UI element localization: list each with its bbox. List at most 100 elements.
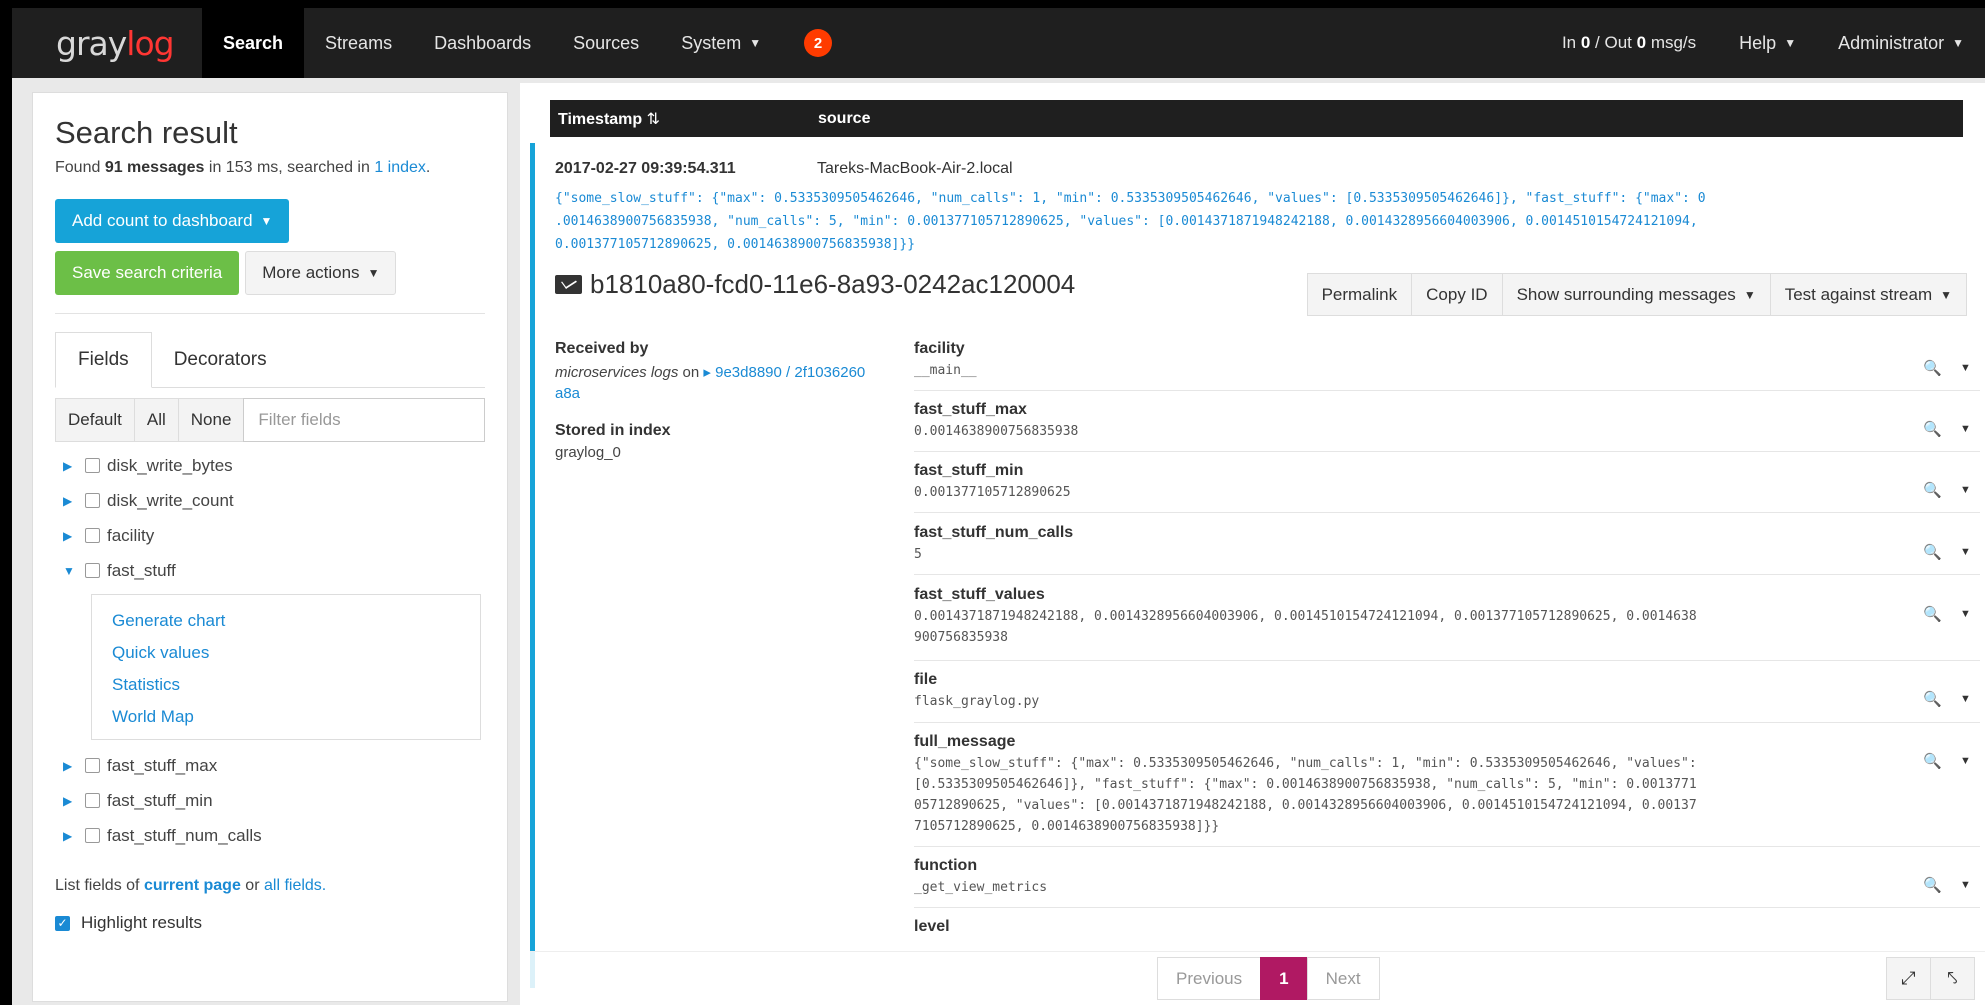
expand-arrow-icon[interactable]: ▶ — [63, 829, 85, 843]
world-map-link[interactable]: World Map — [92, 701, 480, 733]
filter-default-button[interactable]: Default — [55, 398, 135, 442]
caret-down-icon[interactable]: ▼ — [1960, 693, 1971, 705]
field-checkbox[interactable] — [85, 528, 100, 543]
filter-all-button[interactable]: All — [133, 398, 179, 442]
field-actions[interactable]: 🔍 ▼ — [1914, 472, 1980, 508]
field-row: level 6 — [914, 918, 1980, 940]
message-actions: Permalink Copy ID Show surrounding messa… — [1306, 273, 1967, 316]
received-node-line-1: 9e3d8890 / 2f1036260 — [715, 364, 866, 381]
more-actions-button[interactable]: More actions ▼ — [245, 251, 397, 295]
expand-arrow-icon[interactable]: ▶ — [63, 529, 85, 543]
caret-down-icon[interactable]: ▼ — [1960, 484, 1971, 496]
zoom-icon[interactable]: 🔍 — [1923, 420, 1942, 438]
nav-help[interactable]: Help ▼ — [1718, 8, 1817, 78]
show-surrounding-messages-button[interactable]: Show surrounding messages ▼ — [1501, 273, 1771, 316]
caret-down-icon[interactable]: ▼ — [1960, 546, 1971, 558]
field-actions[interactable]: 🔍 ▼ — [1914, 411, 1980, 447]
current-page-link[interactable]: current page — [144, 877, 241, 894]
zoom-icon[interactable]: 🔍 — [1923, 543, 1942, 561]
field-row: fast_stuff_min 0.001377105712890625 🔍 ▼ — [914, 462, 1980, 513]
field-name: fast_stuff_max — [107, 755, 218, 775]
field-name: fast_stuff_min — [914, 462, 1024, 479]
tab-fields[interactable]: Fields — [55, 332, 152, 388]
field-checkbox[interactable] — [85, 758, 100, 773]
caret-down-icon[interactable]: ▼ — [1960, 362, 1971, 374]
statistics-link[interactable]: Statistics — [92, 669, 480, 701]
field-value-line: 7105712890625, 0.0014638900756835938]}} — [914, 819, 1220, 834]
notification-badge[interactable]: 2 — [804, 29, 833, 57]
zoom-icon[interactable]: 🔍 — [1923, 752, 1942, 770]
expand-arrow-icon[interactable]: ▶ — [63, 459, 85, 473]
test-against-stream-button[interactable]: Test against stream ▼ — [1769, 273, 1967, 316]
nav-user-menu[interactable]: Administrator ▼ — [1817, 8, 1985, 78]
page-1-button[interactable]: 1 — [1260, 957, 1308, 1000]
highlight-results-checkbox[interactable]: ✓ — [55, 915, 70, 931]
previous-page-button[interactable]: Previous — [1157, 957, 1262, 1000]
nav-streams[interactable]: Streams — [304, 8, 413, 78]
zoom-icon[interactable]: 🔍 — [1923, 876, 1942, 894]
field-value: 0.001377105712890625 — [914, 485, 1071, 500]
received-by-label: Received by — [555, 340, 649, 357]
field-actions[interactable]: 🔍 ▼ — [1914, 534, 1980, 570]
field-checkbox[interactable] — [85, 828, 100, 843]
next-page-button[interactable]: Next — [1306, 957, 1380, 1000]
col-source[interactable]: source — [818, 110, 870, 128]
field-checkbox[interactable] — [85, 458, 100, 473]
quick-values-link[interactable]: Quick values — [92, 637, 480, 669]
field-actions[interactable]: 🔍 ▼ — [1914, 743, 1980, 779]
save-search-criteria-button[interactable]: Save search criteria — [55, 251, 240, 295]
field-name: disk_write_bytes — [107, 455, 233, 475]
expand-arrow-icon[interactable]: ▶ — [63, 759, 85, 773]
field-checkbox[interactable] — [85, 493, 100, 508]
field-row: fast_stuff_max 0.0014638900756835938 🔍 ▼ — [914, 401, 1980, 452]
collapse-all-icon[interactable]: ⤣ — [1930, 957, 1975, 1000]
copy-id-button[interactable]: Copy ID — [1411, 273, 1503, 316]
collapse-arrow-icon[interactable]: ▼ — [63, 564, 85, 578]
field-name: fast_stuff — [107, 560, 176, 580]
filter-fields-input[interactable]: Filter fields — [243, 398, 485, 442]
results-panel: Timestamp ⇅ source 2017-02-27 09:39:54.3… — [520, 83, 1985, 1005]
caret-down-icon[interactable]: ▼ — [1960, 755, 1971, 767]
zoom-icon[interactable]: 🔍 — [1923, 690, 1942, 708]
graylog-logo[interactable]: graylog — [12, 24, 202, 63]
all-fields-link[interactable]: all fields. — [264, 877, 326, 894]
field-name: level — [914, 918, 950, 935]
field-item: ▶ disk_write_count — [55, 483, 485, 518]
expand-all-icon[interactable]: ⤢ — [1886, 957, 1931, 1000]
zoom-icon[interactable]: 🔍 — [1923, 605, 1942, 623]
caret-down-icon[interactable]: ▼ — [1960, 608, 1971, 620]
tab-decorators[interactable]: Decorators — [152, 332, 289, 387]
field-actions[interactable]: 🔍 ▼ — [1914, 681, 1980, 717]
col-timestamp[interactable]: Timestamp ⇅ — [558, 109, 818, 129]
filter-none-button[interactable]: None — [177, 398, 245, 442]
message-fields: facility __main__ 🔍 ▼ fast_stuff_max 0.00… — [914, 340, 1980, 940]
nav-system[interactable]: System ▼ — [660, 8, 782, 78]
field-actions[interactable]: 🔍 ▼ — [1914, 596, 1980, 632]
field-actions[interactable]: 🔍 ▼ — [1914, 867, 1980, 903]
zoom-icon[interactable]: 🔍 — [1923, 359, 1942, 377]
field-checkbox[interactable] — [85, 793, 100, 808]
list-fields-mid: or — [240, 877, 264, 894]
field-row: function _get_view_metrics 🔍 ▼ — [914, 857, 1980, 908]
index-link[interactable]: 1 index — [374, 159, 426, 176]
sort-icon[interactable]: ⇅ — [647, 111, 660, 128]
permalink-button[interactable]: Permalink — [1306, 273, 1413, 316]
expand-arrow-icon[interactable]: ▶ — [63, 794, 85, 808]
nav-sources[interactable]: Sources — [552, 8, 660, 78]
field-row: facility __main__ 🔍 ▼ — [914, 340, 1980, 391]
field-value: 0.0014371871948242188, 0.001432895660400… — [914, 606, 1980, 648]
nav-dashboards[interactable]: Dashboards — [413, 8, 552, 78]
field-checkbox[interactable] — [85, 563, 100, 578]
field-value-line: [0.5335309505462646]}, "fast_stuff": {"m… — [914, 777, 1697, 792]
message-timestamp: 2017-02-27 09:39:54.311 — [555, 160, 736, 177]
expand-arrow-icon[interactable]: ▶ — [63, 494, 85, 508]
generate-chart-link[interactable]: Generate chart — [92, 605, 480, 637]
nav-search[interactable]: Search — [202, 8, 305, 78]
nav-right: In 0 / Out 0 msg/s Help ▼ Administrator ▼ — [1540, 8, 1985, 78]
field-actions[interactable]: 🔍 ▼ — [1914, 350, 1980, 386]
caret-down-icon[interactable]: ▼ — [1960, 879, 1971, 891]
zoom-icon[interactable]: 🔍 — [1923, 481, 1942, 499]
add-count-to-dashboard-button[interactable]: Add count to dashboard ▼ — [55, 199, 290, 243]
caret-down-icon[interactable]: ▼ — [1960, 423, 1971, 435]
field-name: facility — [914, 340, 965, 357]
